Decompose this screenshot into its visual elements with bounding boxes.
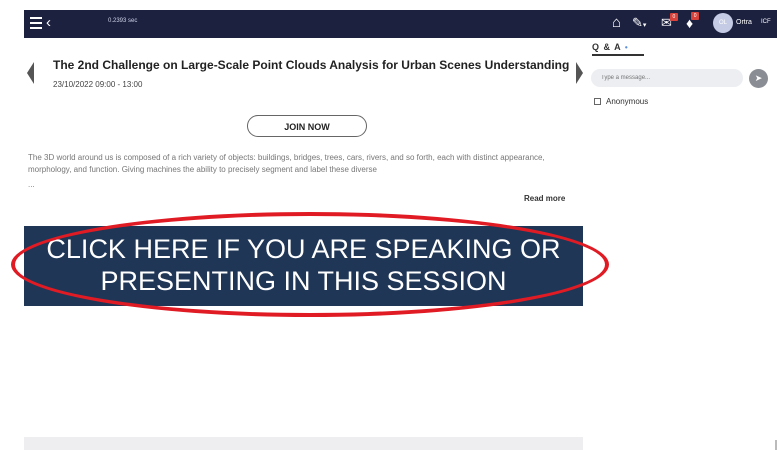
qa-dot: • [624,43,629,52]
banner-line-2: PRESENTING IN THIS SESSION [100,266,507,296]
back-chevron-icon[interactable]: ‹ [46,14,51,32]
home-icon[interactable]: ⌂ [612,14,621,32]
avatar[interactable]: OL [713,13,733,33]
carousel-left-icon[interactable] [27,62,34,84]
user-name[interactable]: Ortra [736,19,752,26]
session-description: The 3D world around us is composed of a … [28,153,545,174]
qa-header-label: Q & A [592,42,622,52]
bell-icon[interactable]: ♦ 0 [686,12,700,32]
join-now-button[interactable]: JOIN NOW [247,115,367,137]
menu-icon[interactable] [30,17,42,31]
edit-caret: ▾ [642,22,647,29]
bottom-panel [24,437,583,450]
send-icon[interactable]: ➤ [749,69,768,88]
speaker-banner-button[interactable]: CLICK HERE IF YOU ARE SPEAKING OR PRESEN… [24,226,583,306]
session-title: The 2nd Challenge on Large-Scale Point C… [53,58,570,72]
tab-qa[interactable]: Q & A • [592,42,644,56]
user-org[interactable]: ICF [761,19,771,25]
session-datetime: 23/10/2022 09:00 - 13:00 [53,80,143,89]
anonymous-label: Anonymous [606,97,649,106]
bell-badge: 0 [691,12,700,20]
read-more-link[interactable]: Read more [524,194,565,203]
carousel-right-icon[interactable] [576,62,583,84]
load-time: 0.2393 sec [108,18,138,24]
top-bar: ‹ 0.2393 sec ⌂ ✎▾ ✉ 0 ♦ 0 OL Ortra ICF [24,10,777,38]
mail-icon[interactable]: ✉ 0 [661,13,678,31]
banner-line-1: CLICK HERE IF YOU ARE SPEAKING OR [46,234,561,264]
mail-badge: 0 [669,13,678,21]
description-ellipsis: ... [28,180,35,189]
qa-message-input[interactable] [591,69,743,87]
anonymous-checkbox[interactable] [594,98,601,105]
edit-icon[interactable]: ✎▾ [632,15,646,34]
